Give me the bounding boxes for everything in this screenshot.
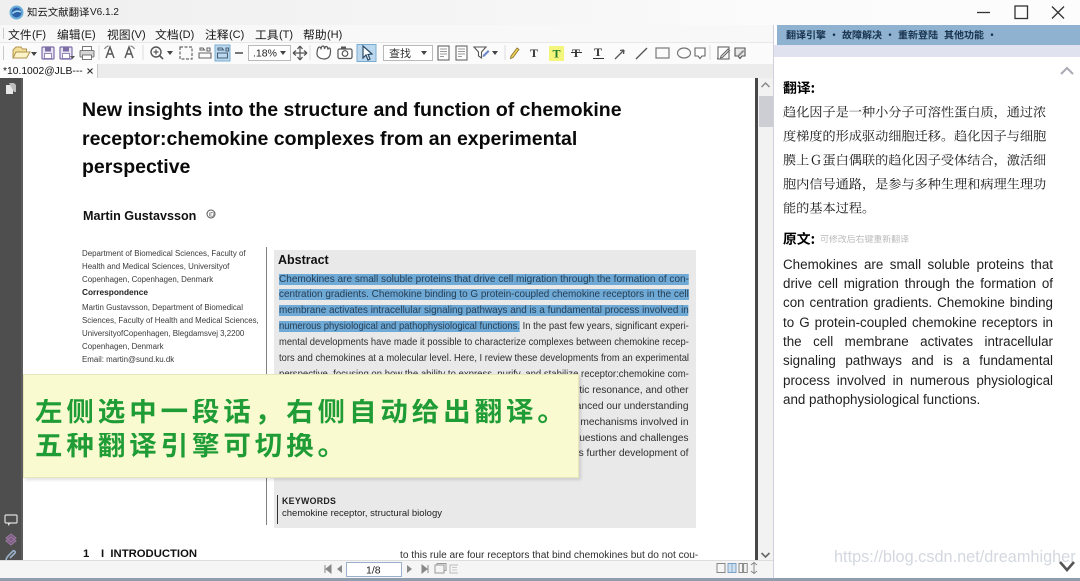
svg-text:T: T <box>530 46 538 60</box>
svg-text:1/8: 1/8 <box>366 565 381 577</box>
svg-text:T: T <box>553 47 561 61</box>
svg-text:T: T <box>594 45 602 59</box>
svg-text:.18%: .18% <box>253 48 277 60</box>
svg-text:iD: iD <box>209 212 215 218</box>
